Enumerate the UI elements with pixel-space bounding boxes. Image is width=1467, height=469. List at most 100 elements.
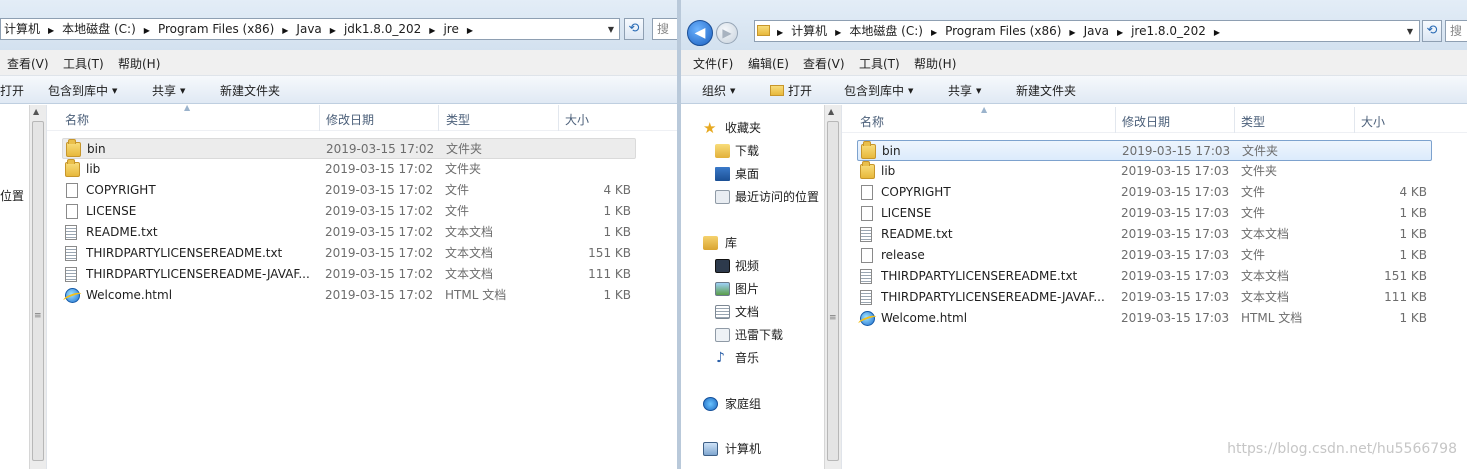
share-button[interactable]: 共享 ▼ <box>152 82 185 99</box>
pane-divider[interactable] <box>46 105 47 469</box>
scrollbar-thumb[interactable] <box>32 121 44 461</box>
breadcrumb-separator-icon[interactable]: ▶ <box>424 21 440 39</box>
breadcrumb-computer[interactable]: 计算机 <box>788 21 830 41</box>
breadcrumb-java[interactable]: Java <box>1081 21 1112 41</box>
breadcrumb-jdk[interactable]: jdk1.8.0_202 <box>341 19 424 39</box>
breadcrumb-local-disk[interactable]: 本地磁盘 (C:) <box>59 19 139 39</box>
open-button[interactable]: 打开 <box>770 82 812 99</box>
file-row[interactable]: COPYRIGHT 2019-03-15 17:02 文件 4 KB <box>62 180 636 201</box>
file-row[interactable]: README.txt 2019-03-15 17:03 文本文档 1 KB <box>857 224 1432 245</box>
breadcrumb-separator-icon[interactable]: ▶ <box>772 23 788 41</box>
column-divider[interactable] <box>438 105 439 131</box>
file-row[interactable]: THIRDPARTYLICENSEREADME.txt 2019-03-15 17… <box>857 266 1432 287</box>
nav-pane-scrollbar[interactable]: ▲ ≡ <box>824 105 841 469</box>
file-row[interactable]: COPYRIGHT 2019-03-15 17:03 文件 4 KB <box>857 182 1432 203</box>
column-header-date[interactable]: 修改日期 <box>1122 113 1170 130</box>
column-header-size[interactable]: 大小 <box>1361 113 1385 130</box>
file-row[interactable]: README.txt 2019-03-15 17:02 文本文档 1 KB <box>62 222 636 243</box>
file-row[interactable]: bin 2019-03-15 17:03 文件夹 <box>857 140 1432 161</box>
nav-label: 桌面 <box>735 167 760 181</box>
breadcrumb-jre[interactable]: jre1.8.0_202 <box>1128 21 1209 41</box>
breadcrumb-separator-icon[interactable]: ▶ <box>277 21 293 39</box>
menu-view[interactable]: 查看(V) <box>7 55 49 72</box>
breadcrumb-separator-icon[interactable]: ▶ <box>462 21 478 39</box>
scroll-up-icon[interactable]: ▲ <box>33 107 39 116</box>
column-divider[interactable] <box>558 105 559 131</box>
organize-button[interactable]: 组织 ▼ <box>702 82 735 99</box>
file-icon <box>861 185 873 200</box>
forward-arrow-icon[interactable]: ▶ <box>716 22 738 44</box>
menu-help[interactable]: 帮助(H) <box>914 55 956 72</box>
file-row[interactable]: lib 2019-03-15 17:02 文件夹 <box>62 159 636 180</box>
nav-label: 库 <box>725 236 738 250</box>
include-in-library-button[interactable]: 包含到库中 ▼ <box>844 82 913 99</box>
menu-help[interactable]: 帮助(H) <box>118 55 160 72</box>
column-header-type[interactable]: 类型 <box>446 111 470 128</box>
search-input[interactable]: 搜 <box>1445 20 1467 42</box>
menu-edit[interactable]: 编辑(E) <box>748 55 789 72</box>
menu-view[interactable]: 查看(V) <box>803 55 845 72</box>
breadcrumb-local-disk[interactable]: 本地磁盘 (C:) <box>846 21 926 41</box>
column-divider[interactable] <box>1234 107 1235 133</box>
file-row[interactable]: THIRDPARTYLICENSEREADME-JAVAF... 2019-03-… <box>857 287 1432 308</box>
new-folder-button[interactable]: 新建文件夹 <box>220 82 280 99</box>
column-header-type[interactable]: 类型 <box>1241 113 1265 130</box>
recent-places-icon <box>715 190 730 204</box>
breadcrumb-separator-icon[interactable]: ▶ <box>1209 23 1225 41</box>
refresh-icon[interactable]: ⟲ <box>624 18 644 40</box>
scrollbar-thumb[interactable] <box>827 121 839 461</box>
breadcrumb-separator-icon[interactable]: ▶ <box>926 23 942 41</box>
breadcrumb-computer[interactable]: 计算机 <box>1 19 43 39</box>
breadcrumb-separator-icon[interactable]: ▶ <box>1064 23 1080 41</box>
search-input[interactable]: 搜 <box>652 18 677 40</box>
column-divider[interactable] <box>1354 107 1355 133</box>
address-bar[interactable]: 计算机 ▶ 本地磁盘 (C:) ▶ Program Files (x86) ▶ Java ▶ j… <box>0 18 620 40</box>
navigation-pane[interactable]: 位置 <box>0 105 30 469</box>
breadcrumb-separator-icon[interactable]: ▶ <box>43 21 59 39</box>
scroll-up-icon[interactable]: ▲ <box>828 107 834 116</box>
column-divider[interactable] <box>319 105 320 131</box>
file-size: 1 KB <box>1399 206 1427 220</box>
file-row[interactable]: LICENSE 2019-03-15 17:03 文件 1 KB <box>857 203 1432 224</box>
back-arrow-icon[interactable]: ◀ <box>687 20 713 46</box>
breadcrumb-separator-icon[interactable]: ▶ <box>139 21 155 39</box>
share-button[interactable]: 共享 ▼ <box>948 82 981 99</box>
open-button[interactable]: 打开 <box>0 82 24 99</box>
breadcrumb-separator-icon[interactable]: ▶ <box>325 21 341 39</box>
file-row[interactable]: THIRDPARTYLICENSEREADME.txt 2019-03-15 17… <box>62 243 636 264</box>
column-header-name[interactable]: 名称 <box>65 111 89 128</box>
file-row[interactable]: Welcome.html 2019-03-15 17:02 HTML 文档 1 KB <box>62 285 636 306</box>
breadcrumb-java[interactable]: Java <box>293 19 324 39</box>
address-dropdown-icon[interactable]: ▼ <box>604 20 618 40</box>
address-bar[interactable]: ▶ 计算机 ▶ 本地磁盘 (C:) ▶ Program Files (x86) ▶ Java ▶… <box>754 20 1420 42</box>
breadcrumb-program-files[interactable]: Program Files (x86) <box>942 21 1064 41</box>
new-folder-button[interactable]: 新建文件夹 <box>1016 82 1076 99</box>
menu-tools[interactable]: 工具(T) <box>63 55 104 72</box>
breadcrumb-jre[interactable]: jre <box>440 19 461 39</box>
file-row[interactable]: lib 2019-03-15 17:03 文件夹 <box>857 161 1432 182</box>
file-row[interactable]: Welcome.html 2019-03-15 17:03 HTML 文档 1 KB <box>857 308 1432 329</box>
refresh-icon[interactable]: ⟲ <box>1422 20 1442 42</box>
column-header-size[interactable]: 大小 <box>565 111 589 128</box>
include-in-library-button[interactable]: 包含到库中 ▼ <box>48 82 117 99</box>
file-row[interactable]: release 2019-03-15 17:03 文件 1 KB <box>857 245 1432 266</box>
nav-item-recent-partial[interactable]: 位置 <box>0 187 24 204</box>
computer-icon <box>703 442 718 456</box>
column-header-date[interactable]: 修改日期 <box>326 111 374 128</box>
breadcrumb-separator-icon[interactable]: ▶ <box>1112 23 1128 41</box>
breadcrumb-program-files[interactable]: Program Files (x86) <box>155 19 277 39</box>
breadcrumb-separator-icon[interactable]: ▶ <box>830 23 846 41</box>
file-size: 1 KB <box>1399 311 1427 325</box>
menu-tools[interactable]: 工具(T) <box>859 55 900 72</box>
column-header-name[interactable]: 名称 <box>860 113 884 130</box>
file-size: 111 KB <box>1384 290 1427 304</box>
file-row[interactable]: LICENSE 2019-03-15 17:02 文件 1 KB <box>62 201 636 222</box>
column-divider[interactable] <box>1115 107 1116 133</box>
file-row[interactable]: THIRDPARTYLICENSEREADME-JAVAF... 2019-03-… <box>62 264 636 285</box>
address-dropdown-icon[interactable]: ▼ <box>1403 22 1417 42</box>
nav-pane-scrollbar[interactable]: ▲ ≡ <box>29 105 46 469</box>
pane-divider[interactable] <box>841 105 842 469</box>
menu-file[interactable]: 文件(F) <box>693 55 733 72</box>
file-row[interactable]: bin 2019-03-15 17:02 文件夹 <box>62 138 636 159</box>
file-name: LICENSE <box>86 204 137 218</box>
